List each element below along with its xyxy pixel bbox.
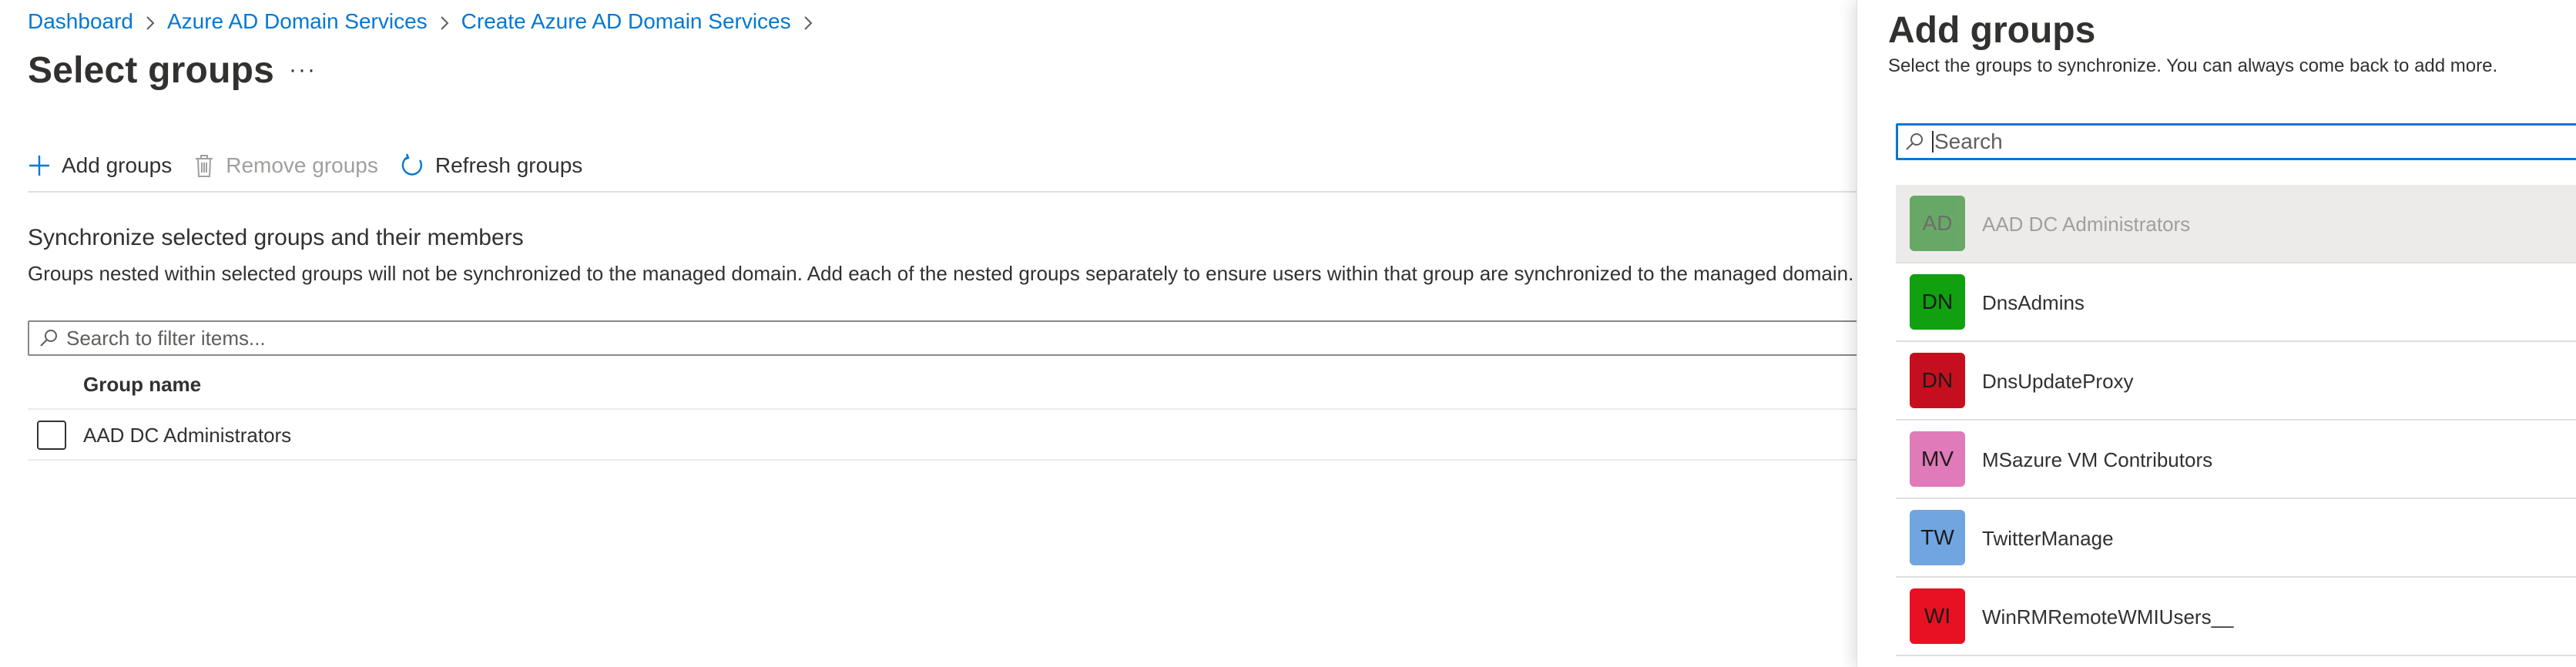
group-name: AAD DC Administrators [1982, 213, 2191, 236]
chevron-right-icon [133, 9, 167, 34]
section-title: Synchronize selected groups and their me… [28, 225, 524, 250]
group-search-placeholder: Search [1934, 129, 2003, 153]
refresh-groups-button[interactable]: Refresh groups [400, 153, 582, 178]
row-group-name: AAD DC Administrators [83, 424, 292, 447]
panel-title: Add groups [1888, 10, 2096, 51]
section-description: Groups nested within selected groups wil… [28, 262, 1854, 285]
column-header-group-name[interactable]: Group name [83, 373, 201, 397]
refresh-icon [401, 153, 422, 176]
filter-placeholder: Search to filter items... [66, 326, 266, 350]
group-avatar: WI [1910, 588, 1965, 644]
table-row[interactable]: AAD DC Administrators [28, 411, 1857, 461]
group-name: WinRMRemoteWMIUsers__ [1982, 605, 2234, 628]
group-list-item[interactable]: TW TwitterManage [1896, 499, 2576, 578]
chevron-right-icon [428, 9, 461, 34]
chevron-right-icon [791, 9, 825, 34]
search-icon [1906, 133, 1923, 150]
group-avatar: TW [1910, 510, 1965, 565]
page-title: Select groups [28, 50, 275, 91]
command-bar: Add groups Remove groups Refresh groups [28, 146, 604, 185]
remove-groups-label: Remove groups [226, 153, 378, 177]
group-list-item[interactable]: DN DnsAdmins [1896, 263, 2576, 342]
table-header: Group name [28, 368, 1857, 410]
group-name: TwitterManage [1982, 527, 2114, 550]
breadcrumb-azure-ad-domain-services[interactable]: Azure AD Domain Services [167, 9, 428, 34]
group-avatar: DN [1910, 353, 1965, 408]
group-list: AD AAD DC Administrators DN DnsAdmins DN DnsU… [1896, 185, 2576, 656]
group-name: DnsUpdateProxy [1982, 370, 2134, 393]
group-list-item[interactable]: DN DnsUpdateProxy [1896, 342, 2576, 421]
text-cursor [1932, 131, 1934, 153]
add-groups-button[interactable]: Add groups [28, 153, 172, 178]
group-name: DnsAdmins [1982, 291, 2085, 314]
filter-search-input[interactable]: Search to filter items... [28, 320, 1877, 356]
more-options-button[interactable]: ··· [289, 57, 317, 83]
remove-groups-button[interactable]: Remove groups [193, 153, 378, 178]
search-icon [40, 330, 57, 347]
group-avatar: AD [1910, 196, 1965, 251]
select-groups-blade: Dashboard Azure AD Domain Services Creat… [0, 0, 1877, 667]
breadcrumb-create-azure-ad-domain-services[interactable]: Create Azure AD Domain Services [461, 9, 791, 34]
group-search-input[interactable]: Search [1896, 123, 2576, 160]
group-name: MSazure VM Contributors [1982, 448, 2213, 471]
add-groups-panel: Add groups Select the groups to synchron… [1857, 0, 2576, 667]
group-list-item[interactable]: MV MSazure VM Contributors [1896, 421, 2576, 499]
trash-icon [196, 155, 213, 177]
group-avatar: MV [1910, 431, 1965, 487]
plus-icon [29, 156, 49, 176]
panel-subtitle: Select the groups to synchronize. You ca… [1888, 55, 2498, 76]
add-groups-label: Add groups [62, 153, 173, 177]
group-list-item[interactable]: WI WinRMRemoteWMIUsers__ [1896, 578, 2576, 656]
group-avatar: DN [1910, 274, 1965, 330]
breadcrumb-dashboard[interactable]: Dashboard [28, 9, 133, 34]
row-checkbox[interactable] [37, 421, 66, 450]
group-list-item[interactable]: AD AAD DC Administrators [1896, 185, 2576, 263]
toolbar-divider [28, 191, 1857, 193]
refresh-groups-label: Refresh groups [434, 153, 583, 177]
breadcrumb: Dashboard Azure AD Domain Services Creat… [28, 9, 825, 34]
